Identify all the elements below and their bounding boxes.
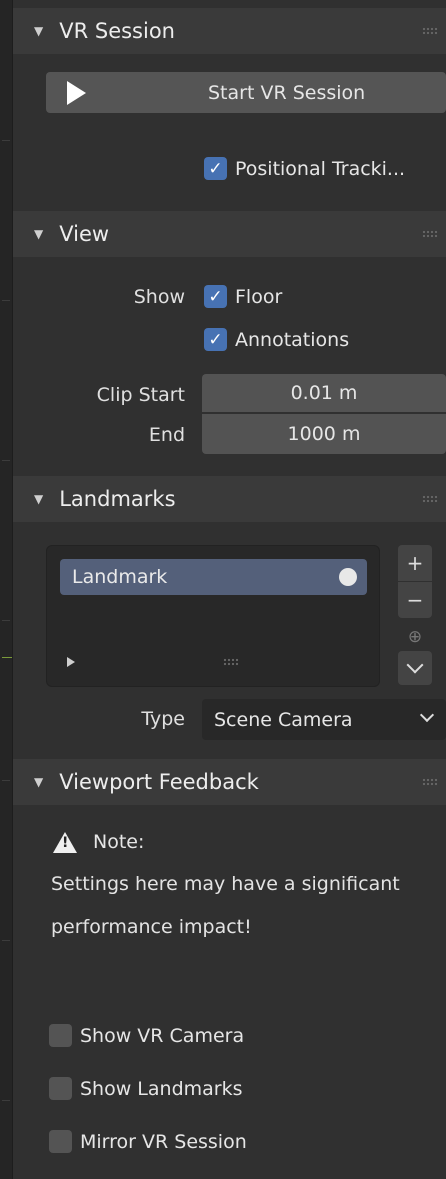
note-label: Note: (93, 831, 145, 853)
clip-start-field[interactable]: 0.01 m (202, 374, 446, 412)
annotations-label: Annotations (235, 328, 350, 351)
viewport-feedback-header[interactable]: ▼ Viewport Feedback (13, 759, 446, 805)
landmark-item-label: Landmark (72, 566, 168, 588)
collapse-arrow-icon: ▼ (34, 775, 44, 789)
floor-label: Floor (235, 285, 283, 308)
radio-dot-icon[interactable] (339, 568, 357, 586)
annotations-toggle[interactable]: ✓ Annotations (204, 328, 349, 351)
panel-title: View (59, 222, 110, 246)
positional-tracking-toggle[interactable]: ✓ Positional Tracki... (204, 157, 405, 180)
collapse-arrow-icon: ▼ (34, 227, 44, 241)
type-label: Type (141, 708, 185, 730)
clip-start-label: Clip Start (96, 384, 185, 406)
checkmark-icon[interactable]: ✓ (204, 285, 227, 308)
clip-end-label: End (148, 424, 185, 446)
floor-toggle[interactable]: ✓ Floor (204, 285, 282, 308)
sidebar-panel: ▼ VR Session Start VR Session ✓ Position… (13, 0, 446, 1179)
mirror-vr-session-toggle[interactable]: Mirror VR Session (49, 1130, 247, 1153)
checkmark-icon[interactable]: ✓ (204, 157, 227, 180)
add-circle-icon: ⊕ (407, 627, 423, 647)
add-landmark-button[interactable]: + (398, 545, 432, 581)
landmark-list[interactable]: Landmark (46, 545, 380, 687)
chevron-down-icon (419, 707, 435, 723)
note-text-line2: performance impact! (51, 916, 252, 938)
show-landmarks-toggle[interactable]: Show Landmarks (49, 1077, 243, 1100)
clip-end-field[interactable]: 1000 m (202, 414, 446, 454)
drag-handle-icon[interactable] (422, 778, 438, 786)
note-text-line1: Settings here may have a significant (51, 873, 400, 895)
checkbox-icon[interactable] (49, 1130, 72, 1153)
vr-session-header[interactable]: ▼ VR Session (13, 8, 446, 54)
drag-handle-icon[interactable] (422, 495, 438, 503)
checkbox-icon[interactable] (49, 1077, 72, 1100)
start-vr-session-button[interactable]: Start VR Session (46, 72, 446, 113)
warning-icon: ! (53, 831, 77, 853)
view-header[interactable]: ▼ View (13, 211, 446, 257)
show-landmarks-label: Show Landmarks (80, 1077, 243, 1100)
landmarks-header[interactable]: ▼ Landmarks (13, 476, 446, 522)
list-item[interactable]: Landmark (60, 559, 367, 595)
drag-handle-icon[interactable] (422, 27, 438, 35)
panel-title: VR Session (59, 19, 175, 43)
panel-title: Landmarks (59, 487, 176, 511)
positional-tracking-label: Positional Tracki... (235, 157, 406, 180)
mirror-vr-session-label: Mirror VR Session (80, 1130, 247, 1153)
checkbox-icon[interactable] (49, 1024, 72, 1047)
editor-left-gutter (0, 0, 13, 1179)
drag-handle-icon[interactable] (422, 230, 438, 238)
note-heading: ! Note: (53, 831, 144, 853)
landmark-type-value: Scene Camera (214, 708, 353, 731)
list-resize-grip-icon[interactable] (223, 658, 239, 666)
chevron-down-icon (406, 656, 424, 674)
add-from-camera-button[interactable]: ⊕ (398, 624, 432, 650)
show-vr-camera-label: Show VR Camera (80, 1024, 245, 1047)
collapse-arrow-icon: ▼ (34, 24, 44, 38)
landmark-type-dropdown[interactable]: Scene Camera (202, 699, 446, 740)
landmark-specials-button[interactable] (398, 651, 432, 685)
remove-landmark-button[interactable]: − (398, 582, 432, 618)
play-icon (67, 81, 86, 105)
checkmark-icon[interactable]: ✓ (204, 328, 227, 351)
minus-icon: − (406, 588, 424, 612)
show-label: Show (133, 286, 185, 308)
plus-icon: + (406, 551, 424, 575)
expand-filter-icon[interactable] (67, 657, 75, 667)
show-vr-camera-toggle[interactable]: Show VR Camera (49, 1024, 244, 1047)
start-vr-session-label: Start VR Session (208, 81, 366, 104)
collapse-arrow-icon: ▼ (34, 492, 44, 506)
panel-title: Viewport Feedback (59, 770, 259, 794)
